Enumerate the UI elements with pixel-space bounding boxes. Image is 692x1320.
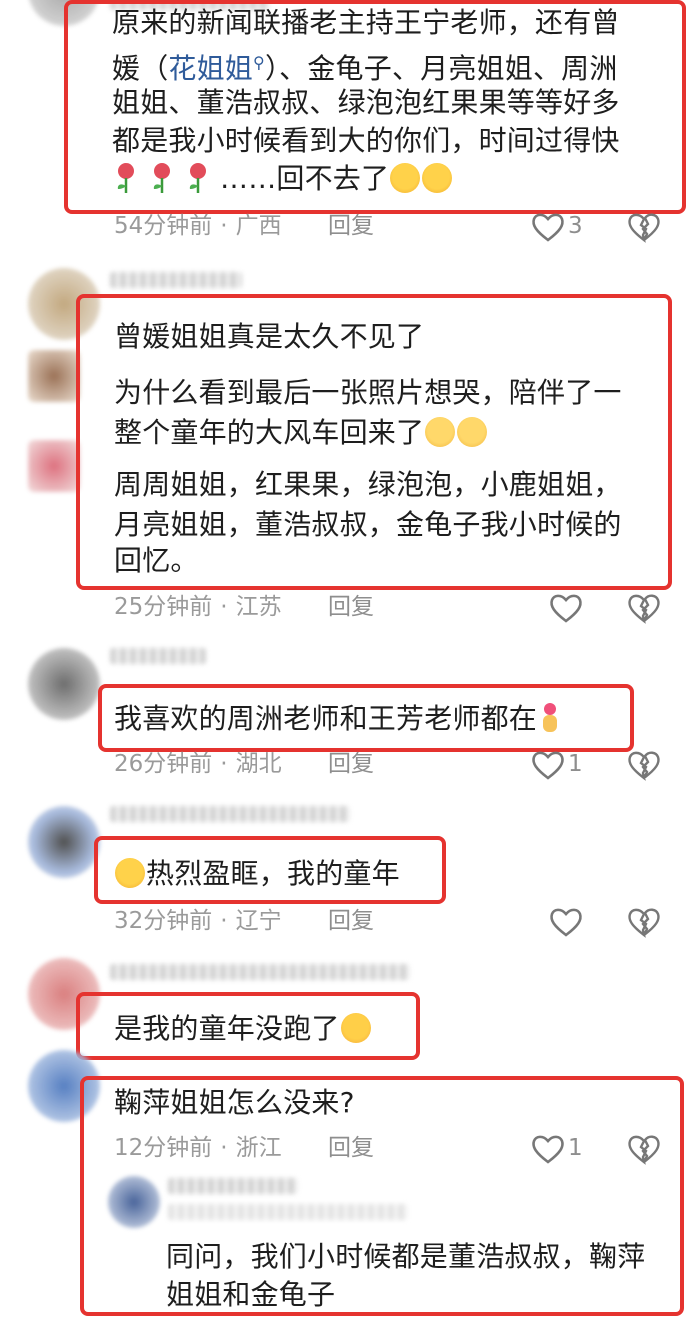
- location: 辽宁: [235, 908, 282, 934]
- text-segment: 热烈盈眶，我的童年: [146, 857, 400, 890]
- comment-meta: 25分钟前 · 江苏: [114, 591, 282, 623]
- like-count: 3: [568, 213, 583, 239]
- comment-meta: 54分钟前 · 广西: [114, 210, 282, 242]
- username[interactable]: [168, 1178, 298, 1194]
- text-segment: 是我的童年没跑了: [114, 1012, 340, 1045]
- reply-button[interactable]: 回复: [328, 1132, 374, 1164]
- username[interactable]: [168, 1204, 408, 1220]
- text-segment: 我喜欢的周洲老师和王芳老师都在: [114, 702, 538, 735]
- separator-dot: ·: [220, 1135, 228, 1161]
- image-thumbnail[interactable]: [28, 440, 80, 492]
- text-segment: 整个童年的大风车回来了: [114, 416, 425, 449]
- comment-text-line: ……回不去了: [112, 160, 453, 198]
- comment-text-line: 月亮姐姐，董浩叔叔，金龟子我小时候的: [114, 508, 622, 541]
- location: 江苏: [235, 594, 282, 620]
- comment-text-line: 整个童年的大风车回来了: [114, 414, 488, 452]
- dislike-icon[interactable]: [626, 906, 662, 938]
- crying-emoji: [422, 163, 453, 193]
- comment-text-line: 为什么看到最后一张照片想哭，陪伴了一: [114, 376, 622, 409]
- comment-text: 热烈盈眶，我的童年: [114, 855, 400, 893]
- like-heart-icon[interactable]: [530, 211, 566, 243]
- reply-button[interactable]: 回复: [328, 210, 374, 242]
- comment-text-line: 都是我小时候看到大的你们，时间过得快: [112, 124, 620, 157]
- separator-dot: ·: [220, 751, 228, 777]
- timestamp: 25分钟前: [114, 594, 213, 620]
- text-segment: 媛（: [112, 52, 169, 85]
- comment-text-line: 原来的新闻联播老主持王宁老师，还有曾: [112, 6, 620, 39]
- like-heart-icon[interactable]: [530, 749, 566, 781]
- dislike-icon[interactable]: [626, 1133, 662, 1165]
- comment-text: 鞠萍姐姐怎么没来?: [114, 1086, 355, 1119]
- comment-text-line: 媛（花姐姐⚲）、金龟子、月亮姐姐、周洲: [112, 44, 618, 88]
- reply-button[interactable]: 回复: [328, 905, 374, 937]
- comment-text-line: 曾媛姐姐真是太久不见了: [114, 320, 425, 353]
- timestamp: 26分钟前: [114, 751, 213, 777]
- avatar[interactable]: [108, 1176, 160, 1228]
- text-segment: ）、金龟子、月亮姐姐、周洲: [264, 52, 618, 85]
- location: 浙江: [235, 1135, 282, 1161]
- hashtag-link[interactable]: 花姐姐⚲: [168, 52, 265, 85]
- comment-text: 是我的童年没跑了: [114, 1010, 372, 1048]
- search-icon: ⚲: [253, 53, 265, 72]
- hugging-face-emoji: [340, 1013, 371, 1043]
- comment-meta: 26分钟前 · 湖北: [114, 748, 282, 780]
- like-heart-icon[interactable]: [548, 906, 584, 938]
- comment-text-line: 回忆。: [114, 544, 199, 577]
- username[interactable]: [110, 806, 350, 822]
- reply-button[interactable]: 回复: [328, 748, 374, 780]
- comment-meta: 32分钟前 · 辽宁: [114, 905, 282, 937]
- timestamp: 12分钟前: [114, 1135, 213, 1161]
- reply-button[interactable]: 回复: [328, 591, 374, 623]
- rose-emoji: [184, 162, 212, 194]
- dislike-icon[interactable]: [626, 211, 662, 243]
- location: 湖北: [235, 751, 282, 777]
- pleading-face-emoji: [457, 417, 488, 447]
- comment-text-line: 周周姐姐，红果果，绿泡泡，小鹿姐姐，: [114, 468, 622, 501]
- like-count: 1: [568, 1135, 583, 1161]
- reply-text-line: 姐姐和金龟子: [166, 1278, 336, 1311]
- username[interactable]: [110, 964, 410, 980]
- username[interactable]: [110, 272, 242, 288]
- separator-dot: ·: [220, 213, 228, 239]
- rose-emoji: [112, 162, 140, 194]
- username[interactable]: [110, 648, 206, 664]
- like-heart-icon[interactable]: [530, 1133, 566, 1165]
- text-segment: ……回不去了: [220, 162, 390, 195]
- rose-emoji: [148, 162, 176, 194]
- dislike-icon[interactable]: [626, 749, 662, 781]
- comment-text: 我喜欢的周洲老师和王芳老师都在: [114, 700, 563, 738]
- like-heart-icon[interactable]: [548, 592, 584, 624]
- timestamp: 32分钟前: [114, 908, 213, 934]
- avatar[interactable]: [28, 648, 100, 720]
- crying-emoji: [115, 858, 145, 888]
- separator-dot: ·: [220, 594, 228, 620]
- like-count: 1: [568, 751, 583, 777]
- finger-heart-emoji: [537, 702, 563, 734]
- pleading-face-emoji: [425, 417, 456, 447]
- timestamp: 54分钟前: [114, 213, 213, 239]
- avatar[interactable]: [28, 806, 100, 878]
- separator-dot: ·: [220, 908, 228, 934]
- crying-emoji: [390, 163, 421, 193]
- dislike-icon[interactable]: [626, 592, 662, 624]
- comment-text-line: 姐姐、董浩叔叔、绿泡泡红果果等等好多: [112, 86, 620, 119]
- location: 广西: [235, 213, 282, 239]
- comment-meta: 12分钟前 · 浙江: [114, 1132, 282, 1164]
- reply-text-line: 同问，我们小时候都是董浩叔叔，鞠萍: [166, 1240, 646, 1273]
- image-thumbnail[interactable]: [28, 350, 80, 402]
